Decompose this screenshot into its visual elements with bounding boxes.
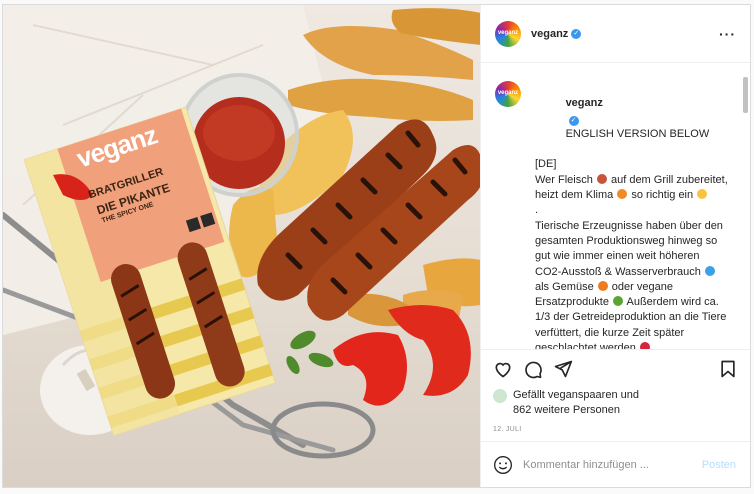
post-date[interactable]: 12. JULI [493, 426, 738, 433]
post-dialog: veganz BRATGRILLER DIE PIKANTE THE SPICY… [2, 4, 751, 488]
more-icon[interactable]: ··· [719, 26, 736, 42]
post-side-panel: veganz veganz ✓ ··· veganz veganz ✓ ENGL… [480, 5, 750, 487]
caption-scrollbar[interactable] [743, 77, 748, 113]
avatar[interactable]: veganz [495, 20, 521, 47]
verified-icon: ✓ [571, 28, 582, 39]
liker-avatar[interactable] [493, 389, 507, 403]
action-icons [493, 358, 738, 380]
bookmark-icon[interactable] [718, 359, 738, 379]
carrot-emoji-icon [597, 280, 608, 291]
caption-line: [DE] [535, 158, 557, 171]
caption-username[interactable]: veganz [566, 97, 603, 109]
fire-emoji-icon [617, 189, 628, 200]
comment-bar: Posten [481, 441, 750, 487]
comment-icon[interactable] [523, 359, 543, 379]
caption-area[interactable]: veganz veganz ✓ ENGLISH VERSION BELOW [D… [481, 63, 750, 349]
caption-avatar[interactable]: veganz [495, 81, 521, 107]
share-icon[interactable] [553, 359, 573, 379]
heart-icon[interactable] [493, 359, 513, 379]
post-photo[interactable]: veganz BRATGRILLER DIE PIKANTE THE SPICY… [3, 5, 480, 487]
header-username[interactable]: veganz [531, 28, 568, 40]
heart-emoji-icon [639, 342, 650, 349]
caption-line: . [535, 204, 539, 217]
post-actions: Gefällt veganspaaren und 862 weitere Per… [481, 349, 750, 433]
caption-first-line: ENGLISH VERSION BELOW [565, 127, 710, 140]
caption-line: Wer Fleisch auf dem Grill zubereitet, he… [535, 173, 731, 202]
drop-emoji-icon [704, 265, 715, 276]
sprout-emoji-icon [613, 296, 624, 307]
grill-food-illustration [3, 5, 480, 459]
caption-body: [DE] Wer Fleisch auf dem Grill zubereitet… [535, 157, 728, 349]
post-comment-button[interactable]: Posten [702, 459, 736, 471]
smiley-icon[interactable] [493, 455, 513, 475]
likes-summary[interactable]: Gefällt veganspaaren und 862 weitere Per… [493, 388, 738, 418]
verified-icon: ✓ [568, 115, 579, 126]
likes-line-2: 862 weitere Personen [513, 404, 621, 416]
caption-text: veganz ✓ ENGLISH VERSION BELOW [DE] Wer F… [535, 81, 728, 349]
post-header: veganz veganz ✓ ··· [481, 5, 750, 63]
caption-line: Tierische Erzeugnisse haben über den ges… [535, 219, 728, 349]
comment-input[interactable] [523, 458, 702, 471]
meat-emoji-icon [596, 173, 607, 184]
sad-emoji-icon [697, 189, 708, 200]
likes-line-1: Gefällt veganspaaren und [513, 389, 639, 401]
